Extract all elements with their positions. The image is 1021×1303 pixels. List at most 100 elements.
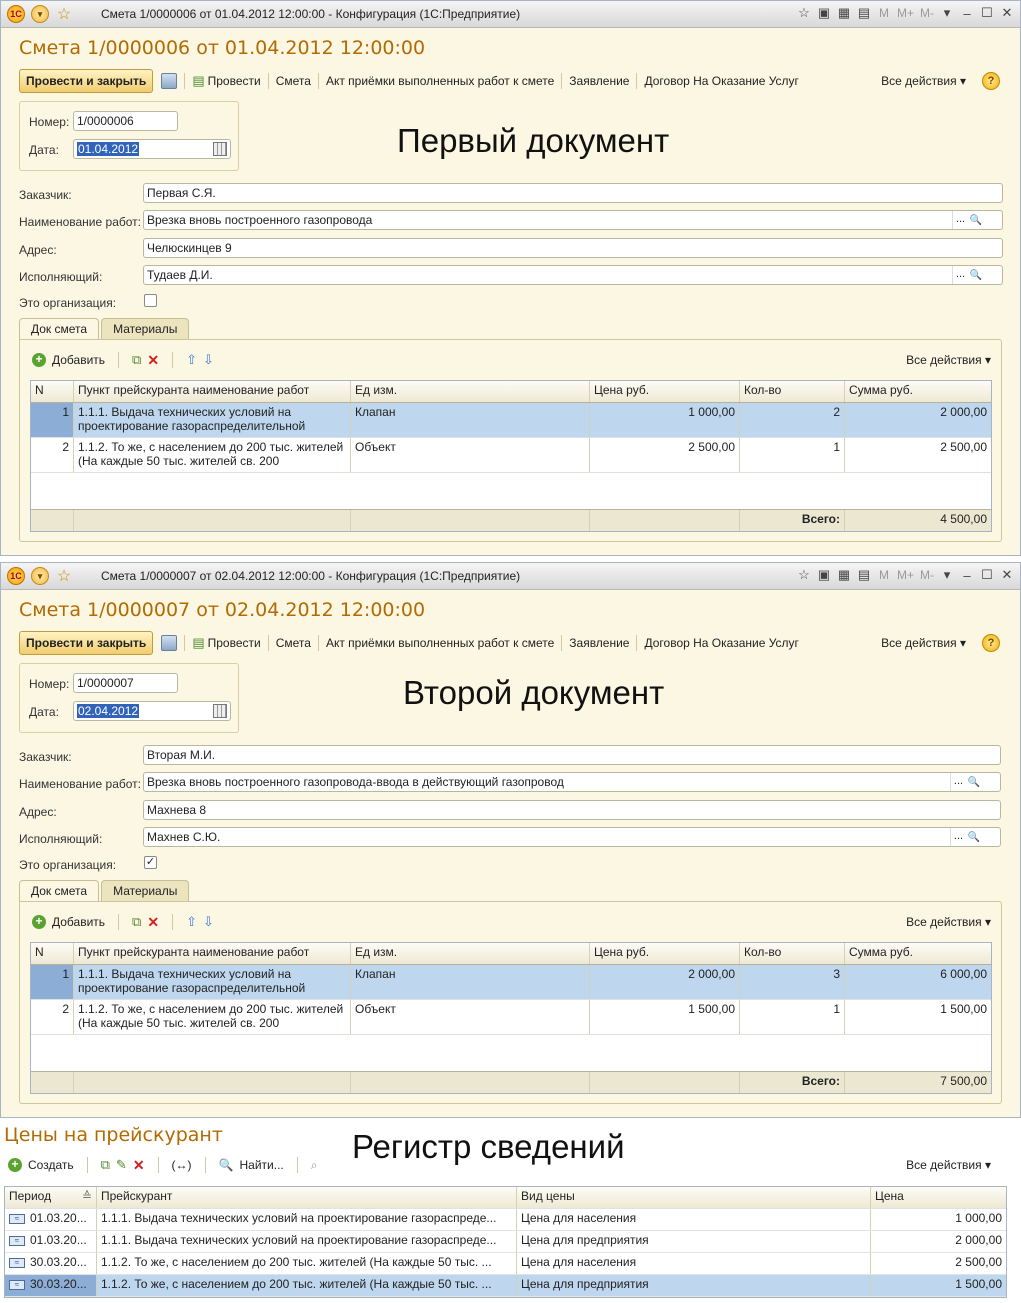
link-smeta[interactable]: Смета bbox=[276, 74, 311, 88]
col-price-kind-header[interactable]: Вид цены bbox=[517, 1187, 871, 1208]
number-field[interactable]: 1/0000006 bbox=[73, 111, 178, 131]
memory-m-button[interactable]: M bbox=[877, 568, 891, 582]
register-all-actions-menu[interactable]: Все действия ▾ bbox=[906, 1158, 991, 1172]
is-org-checkbox[interactable] bbox=[144, 294, 157, 307]
register-row[interactable]: ≈01.03.20... 1.1.1. Выдача технических у… bbox=[5, 1231, 1006, 1253]
link-act[interactable]: Акт приёмки выполненных работ к смете bbox=[326, 74, 554, 88]
search-icon[interactable]: 🔍 bbox=[966, 828, 982, 846]
clear-search-icon[interactable]: ⌕ bbox=[311, 1158, 318, 1173]
register-row[interactable]: ≈30.03.20... 1.1.2. То же, с населением … bbox=[5, 1275, 1006, 1297]
select-button[interactable]: ... bbox=[950, 828, 966, 846]
table-all-actions-menu[interactable]: Все действия ▾ bbox=[906, 353, 991, 367]
all-actions-menu[interactable]: Все действия ▾ bbox=[881, 636, 966, 650]
delete-icon[interactable]: ✕ bbox=[147, 914, 159, 931]
col-sum-header[interactable]: Сумма руб. bbox=[845, 943, 991, 964]
col-price-header[interactable]: Цена руб. bbox=[590, 381, 740, 402]
help-icon[interactable]: ? bbox=[982, 72, 1000, 90]
calendar-icon[interactable]: ▤ bbox=[857, 567, 871, 583]
post-and-close-button[interactable]: Провести и закрыть bbox=[19, 69, 154, 93]
copy-icon[interactable]: ⧉ bbox=[101, 1157, 110, 1173]
favorite-star-icon[interactable]: ☆ bbox=[55, 566, 73, 586]
date-field[interactable]: 02.04.2012 bbox=[73, 701, 231, 721]
link-statement[interactable]: Заявление bbox=[569, 636, 629, 650]
number-field[interactable]: 1/0000007 bbox=[73, 673, 178, 693]
bookmark-icon[interactable]: ▣ bbox=[817, 567, 831, 583]
move-down-icon[interactable]: ⇩ bbox=[203, 352, 214, 368]
search-icon[interactable]: 🔍 bbox=[968, 266, 984, 284]
link-contract[interactable]: Договор На Оказание Услуг bbox=[644, 636, 798, 650]
main-menu-icon[interactable]: ▾ bbox=[31, 5, 49, 23]
close-button[interactable]: ✕ bbox=[1000, 5, 1014, 21]
col-price-header[interactable]: Цена bbox=[871, 1187, 1006, 1208]
memory-minus-button[interactable]: M- bbox=[920, 6, 934, 20]
add-button[interactable]: Добавить bbox=[52, 353, 105, 367]
link-smeta[interactable]: Смета bbox=[276, 636, 311, 650]
favorites-add-icon[interactable]: ☆ bbox=[797, 567, 811, 583]
memory-minus-button[interactable]: M- bbox=[920, 568, 934, 582]
address-field[interactable]: Челюскинцев 9 bbox=[143, 238, 1003, 258]
register-row[interactable]: ≈01.03.20... 1.1.1. Выдача технических у… bbox=[5, 1209, 1006, 1231]
select-button[interactable]: ... bbox=[952, 266, 968, 284]
move-up-icon[interactable]: ⇧ bbox=[186, 914, 197, 930]
col-unit-header[interactable]: Ед изм. bbox=[351, 381, 590, 402]
col-unit-header[interactable]: Ед изм. bbox=[351, 943, 590, 964]
create-button[interactable]: Создать bbox=[28, 1158, 74, 1172]
link-contract[interactable]: Договор На Оказание Услуг bbox=[644, 74, 798, 88]
is-org-checkbox[interactable]: ✓ bbox=[144, 856, 157, 869]
tab-materials[interactable]: Материалы bbox=[101, 318, 190, 340]
date-field[interactable]: 01.04.2012 bbox=[73, 139, 231, 159]
link-act[interactable]: Акт приёмки выполненных работ к смете bbox=[326, 636, 554, 650]
register-row[interactable]: ≈30.03.20... 1.1.2. То же, с населением … bbox=[5, 1253, 1006, 1275]
tab-doc-smeta[interactable]: Док смета bbox=[19, 318, 100, 340]
chevron-down-icon[interactable]: ▾ bbox=[940, 5, 954, 21]
col-n-header[interactable]: N bbox=[31, 381, 74, 402]
memory-plus-button[interactable]: M+ bbox=[897, 6, 914, 20]
col-item-header[interactable]: Пункт прейскуранта наименование работ bbox=[74, 943, 351, 964]
link-statement[interactable]: Заявление bbox=[569, 74, 629, 88]
all-actions-menu[interactable]: Все действия ▾ bbox=[881, 74, 966, 88]
memory-m-button[interactable]: M bbox=[877, 6, 891, 20]
find-button[interactable]: Найти... bbox=[240, 1158, 284, 1172]
col-qty-header[interactable]: Кол-во bbox=[740, 381, 845, 402]
table-row[interactable]: 2 1.1.2. То же, с населением до 200 тыс.… bbox=[31, 1000, 991, 1035]
post-button[interactable]: Провести bbox=[208, 74, 261, 88]
app-logo-icon[interactable]: 1С bbox=[7, 5, 25, 23]
main-menu-icon[interactable]: ▾ bbox=[31, 567, 49, 585]
search-icon[interactable]: 🔍 bbox=[968, 211, 984, 229]
memory-plus-button[interactable]: M+ bbox=[897, 568, 914, 582]
edit-icon[interactable]: ✎ bbox=[116, 1157, 127, 1173]
copy-icon[interactable]: ⧉ bbox=[132, 914, 141, 930]
chevron-down-icon[interactable]: ▾ bbox=[940, 567, 954, 583]
col-period-header[interactable]: Период ≙ bbox=[5, 1187, 97, 1208]
col-item-header[interactable]: Пункт прейскуранта наименование работ bbox=[74, 381, 351, 402]
favorite-star-icon[interactable]: ☆ bbox=[55, 4, 73, 24]
search-icon[interactable]: 🔍 bbox=[966, 773, 982, 791]
col-sum-header[interactable]: Сумма руб. bbox=[845, 381, 991, 402]
col-n-header[interactable]: N bbox=[31, 943, 74, 964]
post-and-close-button[interactable]: Провести и закрыть bbox=[19, 631, 154, 655]
add-button[interactable]: Добавить bbox=[52, 915, 105, 929]
select-button[interactable]: ... bbox=[950, 773, 966, 791]
work-name-field[interactable]: Врезка вновь построенного газопровода...… bbox=[143, 210, 1003, 230]
favorites-add-icon[interactable]: ☆ bbox=[797, 5, 811, 21]
close-button[interactable]: ✕ bbox=[1000, 567, 1014, 583]
copy-icon[interactable]: ⧉ bbox=[132, 352, 141, 368]
tab-doc-smeta[interactable]: Док смета bbox=[19, 880, 100, 902]
executor-field[interactable]: Тудаев Д.И.... 🔍 bbox=[143, 265, 1003, 285]
work-name-field[interactable]: Врезка вновь построенного газопровода-вв… bbox=[143, 772, 1001, 792]
create-icon[interactable]: + bbox=[8, 1158, 22, 1172]
table-row[interactable]: 1 1.1.1. Выдача технических условий на п… bbox=[31, 403, 991, 438]
save-icon[interactable] bbox=[161, 635, 178, 651]
calendar-icon[interactable] bbox=[213, 142, 227, 156]
search-icon[interactable]: 🔍 bbox=[219, 1158, 234, 1172]
minimize-button[interactable]: – bbox=[960, 568, 974, 583]
help-icon[interactable]: ? bbox=[982, 634, 1000, 652]
add-icon[interactable]: + bbox=[32, 915, 46, 929]
table-row[interactable]: 2 1.1.2. То же, с населением до 200 тыс.… bbox=[31, 438, 991, 473]
customer-field[interactable]: Первая С.Я. bbox=[143, 183, 1003, 203]
calculator-icon[interactable]: ▦ bbox=[837, 5, 851, 21]
table-all-actions-menu[interactable]: Все действия ▾ bbox=[906, 915, 991, 929]
customer-field[interactable]: Вторая М.И. bbox=[143, 745, 1001, 765]
executor-field[interactable]: Махнев С.Ю.... 🔍 bbox=[143, 827, 1001, 847]
minimize-button[interactable]: – bbox=[960, 6, 974, 21]
